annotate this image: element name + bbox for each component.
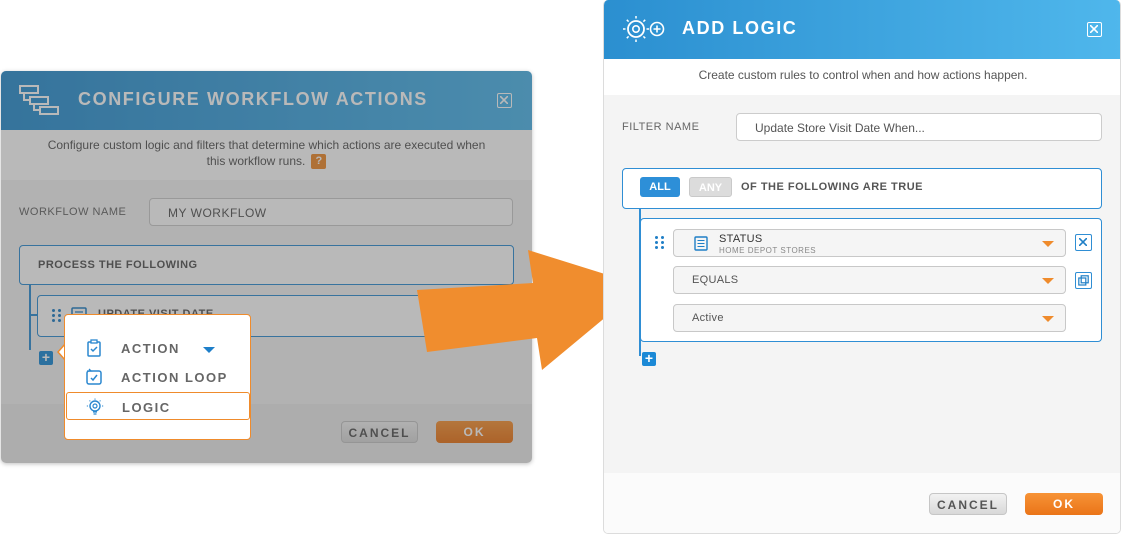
document-icon (694, 236, 708, 251)
operator-value: EQUALS (692, 274, 739, 286)
chevron-down-icon (1042, 278, 1054, 284)
ok-button[interactable]: OK (1025, 493, 1103, 515)
add-rule-button[interactable]: + (642, 351, 656, 366)
menu-item-action-loop[interactable]: ACTION LOOP (65, 363, 250, 391)
add-logic-description: Create custom rules to control when and … (604, 59, 1120, 95)
add-logic-dialog: ADD LOGIC Create custom rules to control… (603, 0, 1121, 534)
field-select[interactable]: STATUS HOME DEPOT STORES (673, 229, 1066, 257)
add-logic-header: ADD LOGIC (604, 0, 1120, 59)
close-icon[interactable] (1087, 22, 1102, 37)
condition-text: OF THE FOLLOWING ARE TRUE (741, 181, 923, 193)
rule-container: STATUS HOME DEPOT STORES EQUALS Active (640, 218, 1102, 342)
any-toggle[interactable]: ANY (689, 177, 732, 197)
lightbulb-gear-icon (86, 398, 104, 415)
add-logic-body: FILTER NAME Update Store Visit Date When… (604, 95, 1120, 473)
value-select[interactable]: Active (673, 304, 1066, 332)
add-logic-footer: CANCEL OK (604, 473, 1120, 533)
condition-group: ALL ANY OF THE FOLLOWING ARE TRUE (622, 168, 1102, 209)
field-source: HOME DEPOT STORES (719, 246, 817, 255)
clipboard-check-icon (87, 339, 101, 357)
chevron-down-icon (1042, 316, 1054, 322)
filter-name-input[interactable]: Update Store Visit Date When... (736, 113, 1102, 141)
chevron-down-icon[interactable] (203, 347, 215, 353)
menu-item-action[interactable]: ACTION (65, 334, 250, 362)
filter-name-label: FILTER NAME (622, 121, 700, 133)
menu-item-label: ACTION (121, 341, 180, 356)
logic-add-icon (623, 16, 665, 42)
add-logic-title: ADD LOGIC (682, 18, 798, 38)
value-text: Active (692, 312, 724, 324)
cancel-button[interactable]: CANCEL (929, 493, 1007, 515)
field-name: STATUS (719, 233, 763, 245)
all-toggle[interactable]: ALL (640, 177, 680, 197)
menu-item-logic[interactable]: LOGIC (66, 392, 250, 420)
copy-rule-icon[interactable] (1075, 272, 1092, 289)
chevron-down-icon (1042, 241, 1054, 247)
operator-select[interactable]: EQUALS (673, 266, 1066, 294)
menu-item-label: ACTION LOOP (121, 370, 228, 385)
add-step-menu: ACTION ACTION LOOP LOGIC (64, 314, 251, 440)
drag-handle-icon[interactable] (655, 236, 664, 249)
remove-rule-icon[interactable] (1075, 234, 1092, 251)
menu-item-label: LOGIC (122, 400, 171, 415)
loop-check-icon (86, 368, 102, 385)
